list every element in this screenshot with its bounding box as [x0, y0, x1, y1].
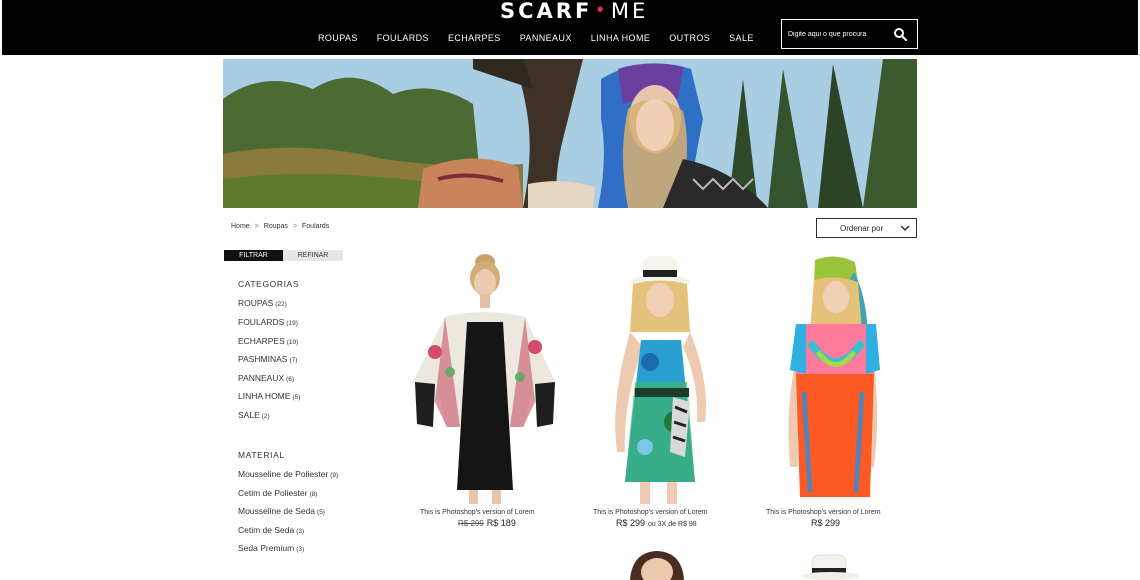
material-label: Seda Premium	[238, 543, 295, 553]
material-item-mousseline-poliester[interactable]: Mousseline de Poliester (9)	[238, 469, 338, 479]
category-item-sale[interactable]: SALE (2)	[238, 410, 270, 420]
top-header: SCARF • ME ROUPAS FOULARDS ECHARPES PANNEA…	[2, 0, 1138, 55]
hero-banner[interactable]	[223, 59, 917, 208]
nav-roupas[interactable]: ROUPAS	[318, 33, 358, 43]
product-old-price: R$ 299	[458, 519, 484, 528]
nav-foulards[interactable]: FOULARDS	[377, 33, 429, 43]
product-image-5[interactable]	[800, 553, 860, 580]
sort-label: Ordenar por	[840, 224, 884, 233]
tab-refinar[interactable]: REFINAR	[283, 250, 343, 261]
categories-heading: CATEGORIAS	[238, 279, 300, 289]
product-title-3[interactable]: This is Photoshop's version of Lorem	[766, 509, 881, 516]
logo-text-scarf: SCARF	[500, 0, 593, 23]
product-image-2[interactable]	[595, 252, 735, 504]
product-price-2: R$ 299 ou 3X de R$ 98	[616, 518, 697, 528]
logo[interactable]: SCARF • ME	[500, 0, 648, 23]
material-label: Cetim de Poliester	[238, 488, 308, 498]
breadcrumb-separator: >	[254, 223, 259, 230]
breadcrumb: Home > Roupas > Foulards	[231, 223, 329, 230]
material-label: Mousseline de Poliester	[238, 469, 329, 479]
category-item-pashminas[interactable]: PASHMINAS (7)	[238, 354, 297, 364]
product-image-1[interactable]	[405, 252, 565, 504]
breadcrumb-home[interactable]: Home	[231, 223, 250, 230]
material-count: (3)	[296, 546, 305, 553]
category-count: (19)	[286, 320, 298, 327]
logo-text-me: ME	[610, 0, 649, 23]
material-item-mousseline-seda[interactable]: Mousseline de Seda (5)	[238, 506, 325, 516]
breadcrumb-separator: >	[292, 223, 298, 230]
nav-sale[interactable]: SALE	[729, 33, 754, 43]
category-label: PASHMINAS	[238, 354, 288, 364]
material-count: (8)	[309, 491, 318, 498]
category-label: PANNEAUX	[238, 373, 285, 383]
material-count: (5)	[317, 509, 325, 516]
hero-banner-image	[223, 59, 917, 208]
category-count: (10)	[286, 339, 299, 346]
material-label: Mousseline de Seda	[238, 506, 316, 516]
category-count: (7)	[289, 357, 298, 364]
category-label: ECHARPES	[238, 336, 285, 346]
material-label: Cetim de Seda	[238, 525, 295, 535]
sort-dropdown[interactable]: Ordenar por	[816, 218, 917, 238]
search-input[interactable]	[788, 28, 888, 41]
product-current-price: R$ 189	[486, 518, 516, 528]
material-heading: MATERIAL	[238, 450, 285, 460]
material-count: (3)	[296, 528, 305, 535]
search-icon[interactable]	[893, 27, 907, 41]
material-count: (9)	[330, 472, 339, 479]
product-installments: ou 3X de R$ 98	[648, 521, 697, 528]
category-count: (2)	[261, 413, 270, 420]
search-box	[781, 19, 918, 49]
category-label: FOULARDS	[238, 317, 285, 327]
category-label: ROUPAS	[238, 298, 274, 308]
tab-filtrar[interactable]: FILTRAR	[224, 250, 283, 261]
category-label: SALE	[238, 410, 260, 420]
product-image-4[interactable]	[622, 550, 692, 580]
product-image-3[interactable]	[770, 252, 890, 504]
material-item-cetim-seda[interactable]: Cetim de Seda (3)	[238, 525, 304, 535]
product-price-1: R$ 299 R$ 189	[458, 518, 516, 528]
product-title-1[interactable]: This is Photoshop's version of Lorem	[420, 509, 535, 516]
nav-echarpes[interactable]: ECHARPES	[448, 33, 501, 43]
category-count: (22)	[275, 301, 287, 308]
main-nav: ROUPAS FOULARDS ECHARPES PANNEAUX LINHA …	[318, 33, 773, 43]
category-item-foulards[interactable]: FOULARDS (19)	[238, 317, 298, 327]
category-item-panneaux[interactable]: PANNEAUX (6)	[238, 373, 294, 383]
product-current-price: R$ 299	[616, 518, 646, 528]
breadcrumb-roupas[interactable]: Roupas	[264, 223, 288, 230]
chevron-down-icon	[900, 225, 910, 231]
product-title-2[interactable]: This is Photoshop's version of Lorem	[593, 509, 708, 516]
product-current-price: R$ 299	[811, 518, 841, 528]
material-item-cetim-poliester[interactable]: Cetim de Poliester (8)	[238, 488, 317, 498]
category-count: (5)	[292, 394, 301, 401]
nav-panneaux[interactable]: PANNEAUX	[520, 33, 572, 43]
material-item-seda-premium[interactable]: Seda Premium (3)	[238, 543, 304, 553]
category-item-linha-home[interactable]: LINHA HOME (5)	[238, 391, 300, 401]
category-item-echarpes[interactable]: ECHARPES (10)	[238, 336, 298, 346]
logo-dot: •	[595, 1, 608, 19]
breadcrumb-foulards[interactable]: Foulards	[302, 223, 329, 230]
category-item-roupas[interactable]: ROUPAS (22)	[238, 298, 287, 308]
category-count: (6)	[286, 376, 295, 383]
nav-outros[interactable]: OUTROS	[669, 33, 710, 43]
product-price-3: R$ 299	[811, 518, 840, 528]
category-label: LINHA HOME	[238, 391, 291, 401]
nav-linha-home[interactable]: LINHA HOME	[591, 33, 651, 43]
